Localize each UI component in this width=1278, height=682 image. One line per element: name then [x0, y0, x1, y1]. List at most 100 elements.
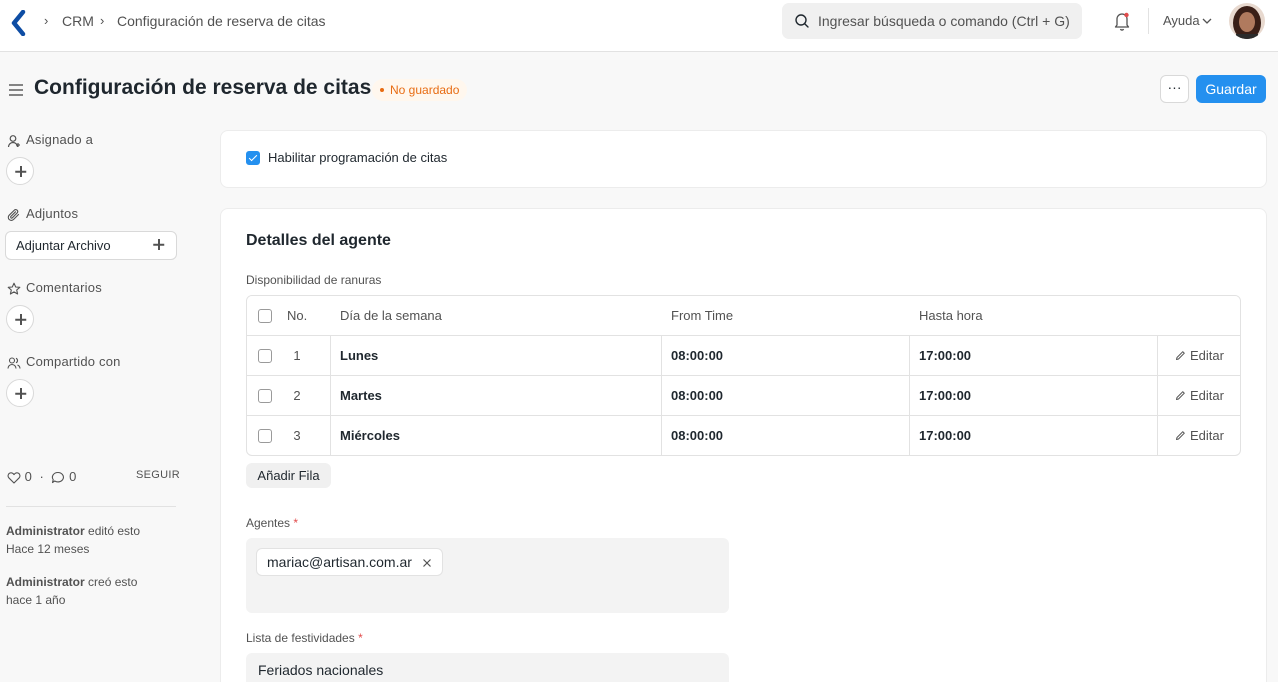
top-navbar: › CRM › Configuración de reserva de cita…: [0, 0, 1278, 52]
more-options-button[interactable]: ···: [1160, 75, 1189, 103]
chevron-down-icon[interactable]: [1202, 17, 1212, 25]
section-title: Detalles del agente: [246, 232, 391, 249]
required-mark: *: [358, 631, 363, 645]
agents-label: Agentes *: [246, 516, 298, 530]
activity-action: editó esto: [84, 524, 141, 538]
notification-bell-icon[interactable]: [1112, 10, 1132, 32]
likes-count: 0: [24, 469, 32, 484]
plus-icon: [152, 238, 166, 252]
paperclip-icon: [7, 208, 20, 221]
add-share-button[interactable]: [6, 379, 34, 407]
select-all-checkbox[interactable]: [258, 309, 272, 323]
day-cell[interactable]: Martes: [340, 376, 382, 416]
app-logo-icon[interactable]: [10, 10, 28, 36]
sidebar-divider: [6, 506, 176, 507]
activity-item: Administrator editó esto Hace 12 meses: [6, 522, 140, 558]
user-avatar[interactable]: [1229, 3, 1265, 39]
add-row-button[interactable]: Añadir Fila: [246, 463, 331, 488]
edit-label: Editar: [1190, 428, 1224, 443]
status-badge: No guardado: [372, 79, 468, 101]
to-time-cell[interactable]: 17:00:00: [919, 416, 971, 455]
agent-email: mariac@artisan.com.ar: [267, 554, 412, 570]
follow-button[interactable]: SEGUIR: [136, 469, 180, 481]
assigned-to-section: Asignado a: [7, 132, 93, 148]
heart-icon[interactable]: [7, 471, 21, 484]
agents-label-text: Agentes: [246, 516, 291, 530]
activity-time: hace 1 año: [6, 593, 66, 607]
activity-user[interactable]: Administrator: [6, 524, 85, 538]
help-dropdown[interactable]: Ayuda: [1163, 13, 1200, 28]
comments-label: Comentarios: [26, 280, 102, 295]
pencil-icon: [1176, 351, 1185, 361]
page-title: Configuración de reserva de citas: [34, 76, 372, 99]
star-icon: [7, 282, 21, 295]
table-row[interactable]: 2 Martes 08:00:00 17:00:00 Editar: [247, 376, 1240, 416]
search-icon: [795, 14, 809, 28]
day-cell[interactable]: Miércoles: [340, 416, 400, 455]
breadcrumb-current[interactable]: Configuración de reserva de citas: [117, 13, 326, 29]
to-time-cell[interactable]: 17:00:00: [919, 336, 971, 376]
chevron-right-icon: ›: [100, 13, 105, 28]
sidebar-toggle-icon[interactable]: [8, 83, 24, 97]
column-header-day: Día de la semana: [340, 308, 442, 323]
search-input[interactable]: [818, 3, 1074, 39]
from-time-cell[interactable]: 08:00:00: [671, 416, 723, 455]
slots-label: Disponibilidad de ranuras: [246, 273, 382, 287]
column-header-to: Hasta hora: [919, 308, 983, 323]
enable-scheduling-label: Habilitar programación de citas: [268, 150, 448, 165]
user-plus-icon: [7, 134, 20, 147]
required-mark: *: [293, 516, 299, 530]
holiday-list-value: Feriados nacionales: [258, 662, 384, 678]
engagement-stats: 0 · 0: [7, 469, 76, 484]
add-comment-button[interactable]: [6, 305, 34, 333]
table-row[interactable]: 3 Miércoles 08:00:00 17:00:00 Editar: [247, 416, 1240, 455]
comments-count: 0: [69, 469, 77, 484]
pencil-icon: [1176, 431, 1185, 441]
holiday-list-label: Lista de festividades *: [246, 631, 363, 645]
comments-section: Comentarios: [7, 280, 102, 296]
activity-time: Hace 12 meses: [6, 542, 90, 556]
from-time-cell[interactable]: 08:00:00: [671, 336, 723, 376]
row-number: 3: [293, 428, 301, 443]
search-bar[interactable]: [782, 3, 1082, 39]
holiday-list-field[interactable]: Feriados nacionales: [246, 653, 729, 682]
row-number: 1: [293, 348, 301, 363]
table-header-row: No. Día de la semana From Time Hasta hor…: [247, 296, 1240, 336]
agent-pill: mariac@artisan.com.ar: [256, 548, 443, 576]
from-time-cell[interactable]: 08:00:00: [671, 376, 723, 416]
edit-row-button[interactable]: Editar: [1175, 416, 1224, 455]
agents-multiselect[interactable]: mariac@artisan.com.ar: [246, 538, 729, 613]
column-header-from: From Time: [671, 308, 734, 323]
stats-separator: ·: [39, 469, 44, 484]
to-time-cell[interactable]: 17:00:00: [919, 376, 971, 416]
slots-table: No. Día de la semana From Time Hasta hor…: [246, 295, 1241, 456]
edit-label: Editar: [1190, 388, 1224, 403]
attach-file-label: Adjuntar Archivo: [16, 238, 111, 253]
row-number: 2: [293, 388, 301, 403]
attachments-section: Adjuntos: [7, 206, 78, 222]
day-cell[interactable]: Lunes: [340, 336, 378, 376]
remove-agent-icon[interactable]: [422, 558, 432, 568]
activity-user[interactable]: Administrator: [6, 575, 85, 589]
holiday-list-label-text: Lista de festividades: [246, 631, 355, 645]
row-checkbox[interactable]: [258, 429, 272, 443]
row-checkbox[interactable]: [258, 349, 272, 363]
save-button[interactable]: Guardar: [1196, 75, 1266, 103]
breadcrumb-crm[interactable]: CRM: [62, 13, 94, 29]
pencil-icon: [1176, 391, 1185, 401]
edit-row-button[interactable]: Editar: [1175, 336, 1224, 376]
attach-file-button[interactable]: Adjuntar Archivo: [5, 231, 177, 260]
enable-scheduling-checkbox[interactable]: [246, 151, 260, 165]
edit-label: Editar: [1190, 348, 1224, 363]
chevron-right-icon: ›: [44, 13, 49, 28]
table-row[interactable]: 1 Lunes 08:00:00 17:00:00 Editar: [247, 336, 1240, 376]
activity-item: Administrator creó esto hace 1 año: [6, 573, 137, 609]
status-text: No guardado: [390, 83, 460, 97]
users-icon: [7, 357, 21, 369]
navbar-divider: [1148, 8, 1149, 34]
add-assignee-button[interactable]: [6, 157, 34, 185]
edit-row-button[interactable]: Editar: [1175, 376, 1224, 416]
status-dot: [380, 87, 384, 92]
row-checkbox[interactable]: [258, 389, 272, 403]
shared-with-section: Compartido con: [7, 354, 121, 370]
